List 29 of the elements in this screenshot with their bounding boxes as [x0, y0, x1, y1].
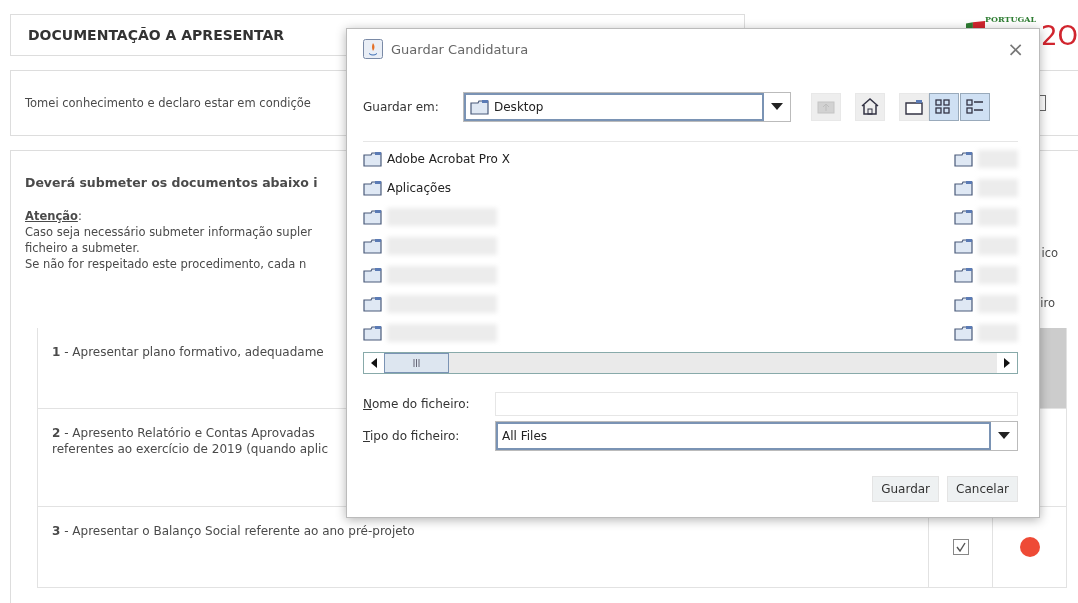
- document-item: 1 - Apresentar plano formativo, adequadame: [52, 344, 324, 360]
- declaration-text: Tomei conhecimento e declaro estar em condiçõe: [25, 96, 311, 110]
- attention-text: Caso seja necessário submeter informação supler: [25, 224, 312, 240]
- file-item[interactable]: Aplicações: [363, 177, 510, 199]
- field-label: Nome do ficheiro:: [363, 397, 471, 411]
- file-name: Adobe Acrobat Pro X: [387, 152, 510, 166]
- file-item[interactable]: Adobe Acrobat Pro X: [363, 148, 510, 170]
- dropdown-value: Desktop: [494, 100, 544, 114]
- save-button[interactable]: Guardar: [872, 476, 940, 502]
- column-header: iro: [1040, 295, 1055, 311]
- file-name: Aplicações: [387, 181, 452, 195]
- logo-number: 2O: [1041, 24, 1078, 48]
- document-item: 3 - Apresentar o Balanço Social referente ao ano pré-projeto: [52, 523, 415, 539]
- location-dropdown[interactable]: Desktop: [463, 92, 791, 122]
- field-label: Tipo do ficheiro:: [363, 429, 461, 443]
- file-type-dropdown[interactable]: All Files: [495, 421, 1018, 451]
- section-title: DOCUMENTAÇÃO A APRESENTAR: [28, 27, 285, 43]
- document-item: 2 - Apresento Relatório e Contas Aprovadas referentes ao exercício de 2019 (quando aplic: [52, 425, 328, 457]
- logo-text: PORTUGAL: [985, 14, 1038, 24]
- dropdown-value: All Files: [502, 429, 548, 443]
- close-button[interactable]: ×: [1007, 37, 1024, 61]
- field-label: Guardar em:: [363, 100, 440, 114]
- cancel-button[interactable]: Cancelar: [947, 476, 1018, 502]
- attention-text: Se não for respeitado este procedimento, cada n: [25, 256, 308, 272]
- attention-heading: Atenção:: [25, 208, 82, 224]
- attention-text: ico: [1041, 246, 1058, 262]
- dialog-title: Guardar Candidatura: [391, 41, 530, 57]
- instructions-title: Deverá submeter os documentos abaixo i: [25, 175, 318, 190]
- attention-text: ficheiro a submeter.: [25, 240, 141, 256]
